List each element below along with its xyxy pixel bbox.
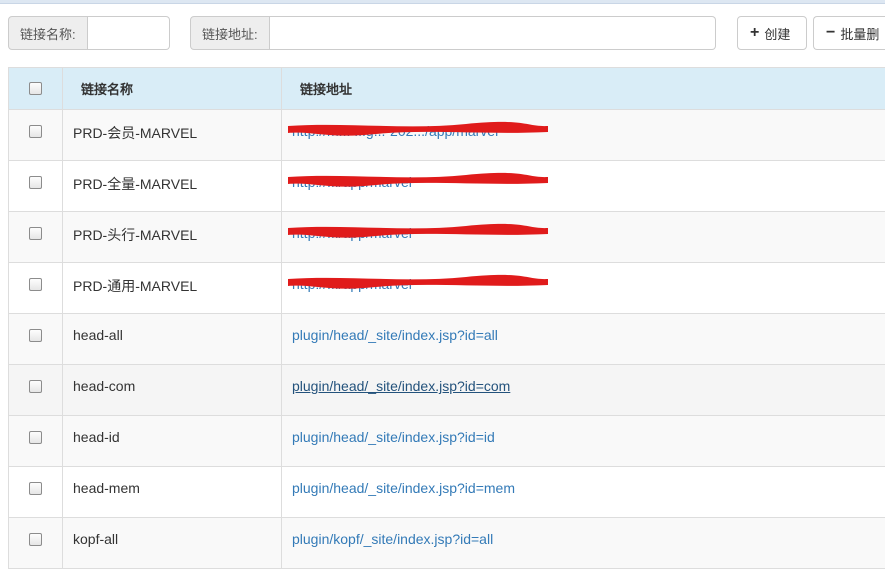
link-url-wrap: http://m... ...g...-202.../app/marvel [292, 123, 498, 139]
link-url-wrap: http://.../app/marvel [292, 174, 412, 190]
link-name-cell: head-id [63, 416, 282, 467]
row-checkbox-cell [9, 110, 63, 161]
select-all-checkbox[interactable] [29, 82, 42, 95]
link-name-cell: PRD-全量-MARVEL [63, 161, 282, 212]
link-name-cell: kopf-all [63, 518, 282, 569]
row-checkbox-cell [9, 467, 63, 518]
link-url-wrap: plugin/head/_site/index.jsp?id=mem [292, 480, 515, 496]
create-button[interactable]: + 创建 [737, 16, 807, 50]
table-body: PRD-会员-MARVEL http://m... ...g...-202.../… [9, 110, 885, 569]
table-row[interactable]: PRD-会员-MARVEL http://m... ...g...-202.../… [9, 110, 885, 161]
link-url-wrap: http://.../app/marvel [292, 225, 412, 241]
batch-delete-button[interactable]: − 批量删 [813, 16, 885, 50]
row-checkbox-cell [9, 314, 63, 365]
link-url[interactable]: http://.../app/marvel [292, 174, 412, 190]
table-row[interactable]: kopf-all plugin/kopf/_site/index.jsp?id=a… [9, 518, 885, 569]
column-header-name[interactable]: 链接名称 [63, 68, 282, 110]
table-row[interactable]: head-mem plugin/head/_site/index.jsp?id=m… [9, 467, 885, 518]
top-border [0, 0, 885, 4]
batch-delete-button-label: 批量删 [840, 24, 879, 43]
row-checkbox[interactable] [29, 278, 42, 291]
url-filter-group: 链接地址: [190, 16, 722, 48]
link-name-cell: head-mem [63, 467, 282, 518]
row-checkbox-cell [9, 518, 63, 569]
row-checkbox[interactable] [29, 125, 42, 138]
link-name-cell: head-com [63, 365, 282, 416]
select-all-cell [9, 68, 63, 110]
table-row[interactable]: PRD-通用-MARVEL http://.../app/marvel [9, 263, 885, 314]
row-checkbox-cell [9, 365, 63, 416]
link-name-cell: head-all [63, 314, 282, 365]
link-url-wrap: http://.../app/marvel [292, 276, 412, 292]
link-url-cell: http://.../app/marvel [282, 212, 885, 263]
name-filter-input[interactable] [88, 16, 170, 50]
link-url[interactable]: http://.../app/marvel [292, 276, 412, 292]
table-row[interactable]: PRD-头行-MARVEL http://.../app/marvel [9, 212, 885, 263]
row-checkbox[interactable] [29, 482, 42, 495]
row-checkbox[interactable] [29, 227, 42, 240]
row-checkbox-cell [9, 416, 63, 467]
row-checkbox-cell [9, 263, 63, 314]
link-name-cell: PRD-会员-MARVEL [63, 110, 282, 161]
row-checkbox[interactable] [29, 431, 42, 444]
link-url-cell: plugin/kopf/_site/index.jsp?id=all [282, 518, 885, 569]
link-url-wrap: plugin/kopf/_site/index.jsp?id=all [292, 531, 493, 547]
url-filter-input[interactable] [270, 16, 716, 50]
row-checkbox-cell [9, 161, 63, 212]
link-url[interactable]: http://m... ...g...-202.../app/marvel [292, 123, 498, 139]
link-name-cell: PRD-头行-MARVEL [63, 212, 282, 263]
link-name-cell: PRD-通用-MARVEL [63, 263, 282, 314]
link-url-cell: http://.../app/marvel [282, 263, 885, 314]
link-url-cell: http://.../app/marvel [282, 161, 885, 212]
table-row[interactable]: head-com plugin/head/_site/index.jsp?id=c… [9, 365, 885, 416]
link-url[interactable]: plugin/head/_site/index.jsp?id=all [292, 327, 498, 343]
row-checkbox[interactable] [29, 176, 42, 189]
link-url-cell: plugin/head/_site/index.jsp?id=all [282, 314, 885, 365]
link-url-cell: http://m... ...g...-202.../app/marvel [282, 110, 885, 161]
name-filter-label: 链接名称: [8, 16, 88, 50]
link-url-cell: plugin/head/_site/index.jsp?id=com [282, 365, 885, 416]
minus-icon: − [826, 25, 835, 41]
table-row[interactable]: head-id plugin/head/_site/index.jsp?id=id [9, 416, 885, 467]
url-filter-label: 链接地址: [190, 16, 270, 50]
link-url[interactable]: http://.../app/marvel [292, 225, 412, 241]
row-checkbox[interactable] [29, 329, 42, 342]
create-button-label: 创建 [764, 24, 790, 43]
link-url-wrap: plugin/head/_site/index.jsp?id=id [292, 429, 495, 445]
table-row[interactable]: head-all plugin/head/_site/index.jsp?id=a… [9, 314, 885, 365]
link-url[interactable]: plugin/kopf/_site/index.jsp?id=all [292, 531, 493, 547]
link-url-wrap: plugin/head/_site/index.jsp?id=all [292, 327, 498, 343]
column-header-url[interactable]: 链接地址 [282, 68, 885, 110]
link-url-cell: plugin/head/_site/index.jsp?id=mem [282, 467, 885, 518]
row-checkbox-cell [9, 212, 63, 263]
link-url[interactable]: plugin/head/_site/index.jsp?id=id [292, 429, 495, 445]
link-table: 链接名称 链接地址 PRD-会员-MARVEL http://m... ...g.… [8, 67, 885, 569]
plus-icon: + [750, 25, 759, 41]
name-filter-group: 链接名称: [8, 16, 175, 48]
link-url[interactable]: plugin/head/_site/index.jsp?id=com [292, 378, 510, 394]
link-url-cell: plugin/head/_site/index.jsp?id=id [282, 416, 885, 467]
link-url[interactable]: plugin/head/_site/index.jsp?id=mem [292, 480, 515, 496]
table-header-row: 链接名称 链接地址 [9, 68, 885, 110]
row-checkbox[interactable] [29, 380, 42, 393]
table-row[interactable]: PRD-全量-MARVEL http://.../app/marvel [9, 161, 885, 212]
link-url-wrap: plugin/head/_site/index.jsp?id=com [292, 378, 510, 394]
